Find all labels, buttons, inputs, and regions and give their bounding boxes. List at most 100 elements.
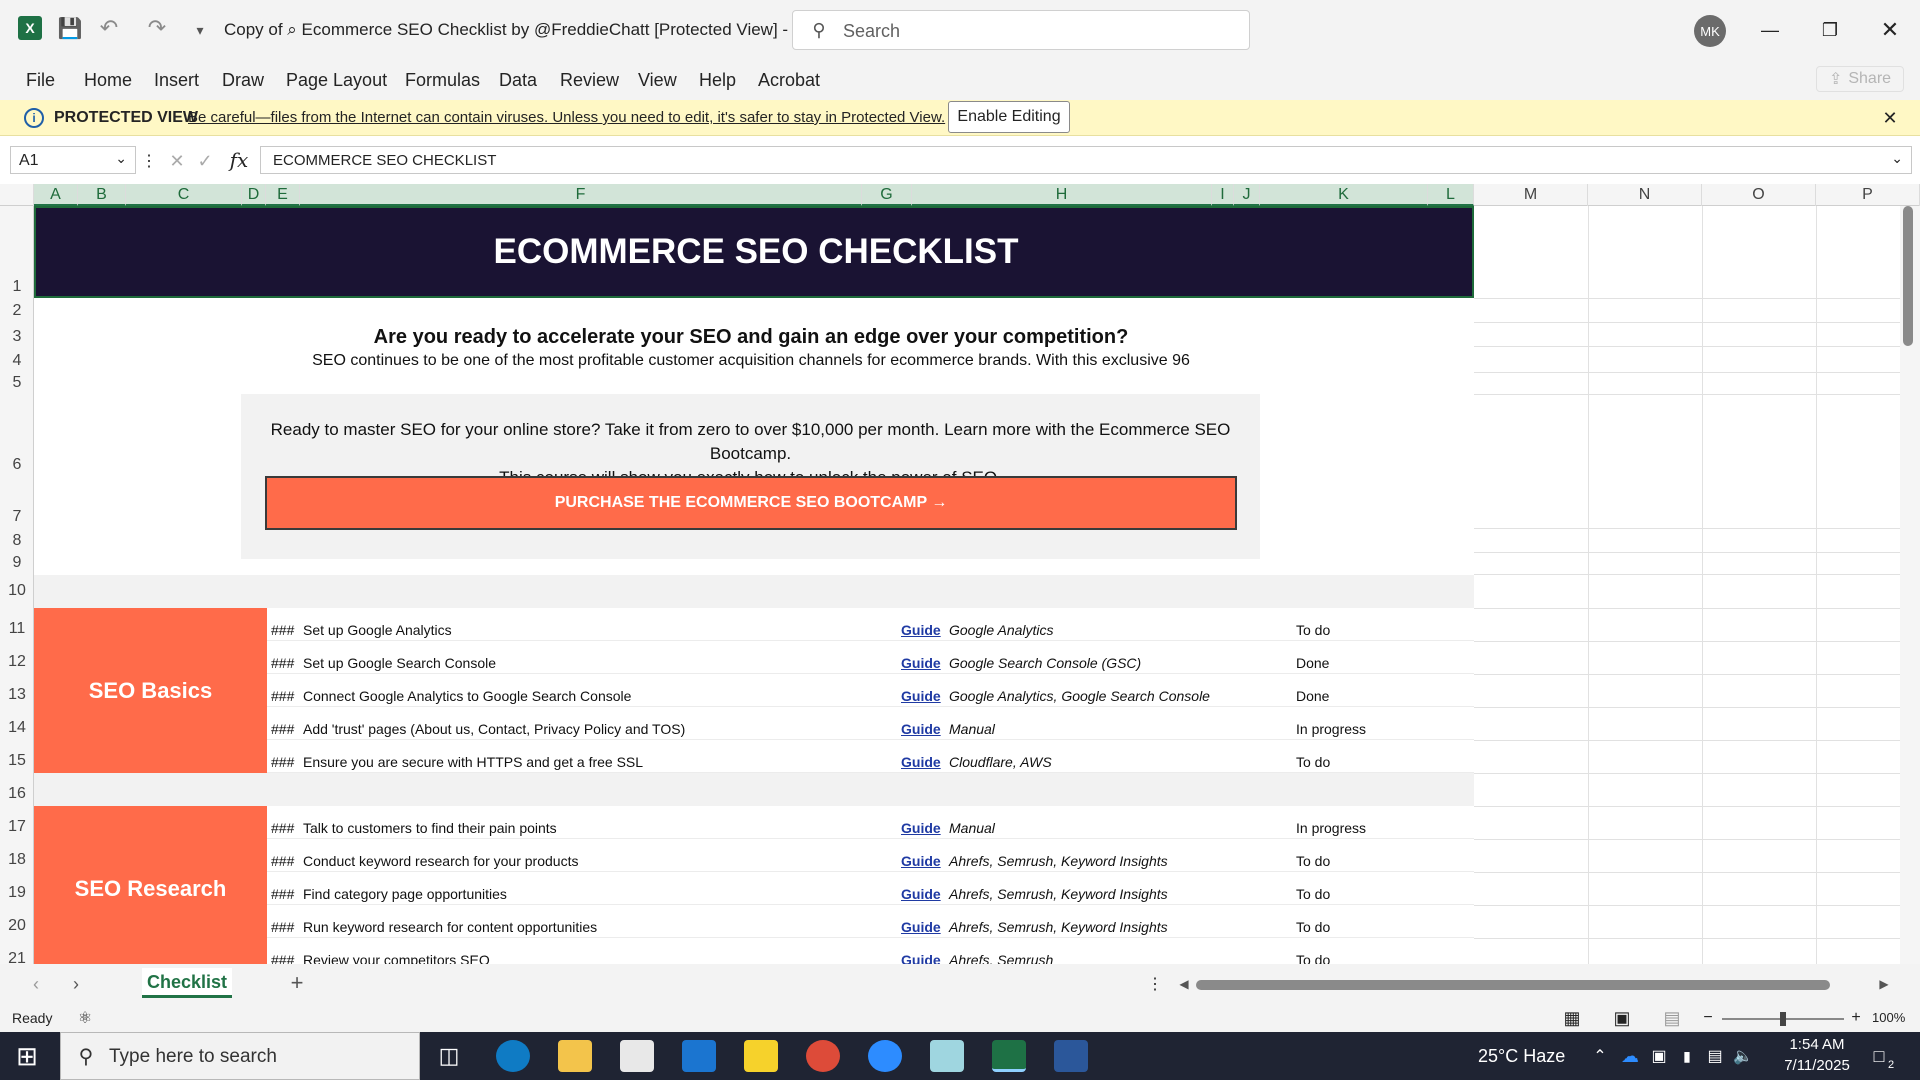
file-explorer-icon[interactable] <box>558 1040 592 1072</box>
column-l[interactable]: L <box>1428 184 1474 206</box>
windows-start-icon[interactable]: ⊞ <box>12 1041 42 1071</box>
normal-view-icon[interactable]: ▦ <box>1560 1006 1584 1030</box>
table-row[interactable]: ### Set up Google Search Console Guide G… <box>267 641 1474 674</box>
security-icon[interactable]: ▣ <box>1648 1044 1670 1068</box>
volume-icon[interactable]: 🔈 <box>1732 1044 1754 1068</box>
guide-link[interactable]: Guide <box>901 919 941 935</box>
column-a[interactable]: A <box>34 184 78 206</box>
row-number[interactable]: 12 <box>0 653 33 671</box>
row-number[interactable]: 10 <box>0 582 33 600</box>
tab-checklist[interactable]: Checklist <box>142 968 232 998</box>
taskbar-search-input[interactable]: ⚲ Type here to search <box>60 1032 420 1080</box>
column-g[interactable]: G <box>862 184 912 206</box>
row-number[interactable]: 15 <box>0 752 33 770</box>
table-row[interactable]: ### Review your competitors SEO Guide Ah… <box>267 938 1474 964</box>
menu-page-layout[interactable]: Page Layout <box>286 70 387 91</box>
search-input[interactable]: ⚲ Search <box>792 10 1250 50</box>
column-m[interactable]: M <box>1474 184 1588 206</box>
table-row[interactable]: ### Conduct keyword research for your pr… <box>267 839 1474 872</box>
column-n[interactable]: N <box>1588 184 1702 206</box>
guide-link[interactable]: Guide <box>901 886 941 902</box>
sticky-notes-icon[interactable] <box>744 1040 778 1072</box>
share-button[interactable]: ⇪ Share <box>1816 66 1904 92</box>
more-options-icon[interactable]: ⋮ <box>1147 972 1163 996</box>
notepad-icon[interactable] <box>930 1040 964 1072</box>
menu-home[interactable]: Home <box>84 70 132 91</box>
close-icon[interactable]: ✕ <box>1878 106 1902 130</box>
zoom-level[interactable]: 100% <box>1872 1010 1905 1025</box>
row-number[interactable]: 14 <box>0 719 33 737</box>
word-icon[interactable] <box>1054 1040 1088 1072</box>
cancel-icon[interactable]: ✕ <box>166 150 188 172</box>
zoom-out-icon[interactable]: − <box>1700 1006 1716 1030</box>
column-o[interactable]: O <box>1702 184 1816 206</box>
column-c[interactable]: C <box>126 184 242 206</box>
scroll-left-icon[interactable]: ◀ <box>1176 972 1192 996</box>
column-k[interactable]: K <box>1260 184 1428 206</box>
horizontal-scroll-thumb[interactable] <box>1196 980 1830 990</box>
row-number[interactable]: 18 <box>0 851 33 869</box>
table-row[interactable]: ### Add 'trust' pages (About us, Contact… <box>267 707 1474 740</box>
clock-time[interactable]: 1:54 AM <box>1782 1036 1852 1053</box>
table-row[interactable]: ### Run keyword research for content opp… <box>267 905 1474 938</box>
chevron-right-icon[interactable]: › <box>64 972 88 996</box>
column-b[interactable]: B <box>78 184 126 206</box>
row-number[interactable]: 16 <box>0 785 33 803</box>
undo-icon[interactable]: ↶ <box>94 15 124 40</box>
purchase-bootcamp-button[interactable]: PURCHASE THE ECOMMERCE SEO BOOTCAMP → <box>265 476 1237 530</box>
row-number[interactable]: 13 <box>0 686 33 704</box>
edge-icon[interactable] <box>496 1040 530 1072</box>
row-number[interactable]: 11 <box>0 620 33 638</box>
column-e[interactable]: E <box>266 184 300 206</box>
weather-widget[interactable]: 25°C Haze <box>1478 1046 1565 1067</box>
zoom-in-icon[interactable]: + <box>1848 1006 1864 1030</box>
more-options-icon[interactable]: ⋮ <box>141 150 157 172</box>
guide-link[interactable]: Guide <box>901 853 941 869</box>
clock-date[interactable]: 7/11/2025 <box>1772 1057 1862 1074</box>
row-number[interactable]: 1 <box>0 278 33 296</box>
chevron-down-icon[interactable]: ⌄ <box>115 150 127 167</box>
redo-icon[interactable]: ↷ <box>142 15 172 40</box>
row-number[interactable]: 6 <box>0 456 33 474</box>
menu-help[interactable]: Help <box>699 70 736 91</box>
protected-view-message[interactable]: Be careful—files from the Internet can c… <box>188 109 945 126</box>
zoom-icon[interactable] <box>868 1040 902 1072</box>
chevron-left-icon[interactable]: ‹ <box>24 972 48 996</box>
insert-function-icon[interactable]: fx <box>226 148 252 172</box>
mail-icon[interactable] <box>682 1040 716 1072</box>
expand-formula-icon[interactable]: ⌄ <box>1891 150 1903 167</box>
menu-data[interactable]: Data <box>499 70 537 91</box>
chrome-icon[interactable] <box>806 1040 840 1072</box>
row-number[interactable]: 4 <box>0 352 33 370</box>
row-number[interactable]: 9 <box>0 554 33 572</box>
avatar[interactable]: MK <box>1694 15 1726 47</box>
excel-icon[interactable] <box>992 1040 1026 1072</box>
scroll-right-icon[interactable]: ▶ <box>1876 972 1892 996</box>
column-d[interactable]: D <box>242 184 266 206</box>
battery-icon[interactable]: ▮ <box>1676 1044 1698 1068</box>
row-number[interactable]: 7 <box>0 508 33 526</box>
row-number[interactable]: 8 <box>0 532 33 550</box>
column-h[interactable]: H <box>912 184 1212 206</box>
table-row[interactable]: ### Find category page opportunities Gui… <box>267 872 1474 905</box>
menu-draw[interactable]: Draw <box>222 70 264 91</box>
onedrive-icon[interactable]: ☁ <box>1618 1044 1642 1068</box>
task-view-icon[interactable]: ◫ <box>432 1042 466 1070</box>
select-all-corner[interactable] <box>0 184 34 206</box>
page-break-view-icon[interactable]: ▤ <box>1660 1006 1684 1030</box>
formula-input[interactable]: ECOMMERCE SEO CHECKLIST ⌄ <box>260 146 1912 174</box>
menu-file[interactable]: File <box>26 70 55 91</box>
page-layout-view-icon[interactable]: ▣ <box>1610 1006 1634 1030</box>
menu-review[interactable]: Review <box>560 70 619 91</box>
row-number[interactable]: 20 <box>0 917 33 935</box>
guide-link[interactable]: Guide <box>901 721 941 737</box>
row-number[interactable]: 21 <box>0 950 33 964</box>
save-icon[interactable]: 💾 <box>58 16 83 40</box>
guide-link[interactable]: Guide <box>901 754 941 770</box>
row-number[interactable]: 17 <box>0 818 33 836</box>
enter-icon[interactable]: ✓ <box>194 150 216 172</box>
menu-formulas[interactable]: Formulas <box>405 70 480 91</box>
add-sheet-icon[interactable]: + <box>284 970 310 996</box>
zoom-slider-thumb[interactable] <box>1780 1012 1786 1026</box>
title-banner[interactable]: ECOMMERCE SEO CHECKLIST <box>34 206 1474 298</box>
